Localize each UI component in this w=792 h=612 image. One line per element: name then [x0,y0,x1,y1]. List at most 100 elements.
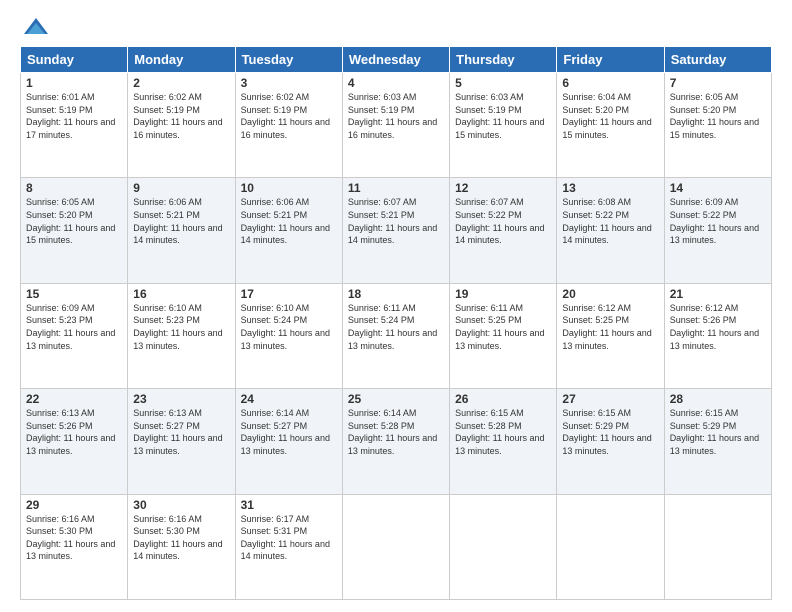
day-info: Sunrise: 6:09 AMSunset: 5:22 PMDaylight:… [670,196,766,246]
calendar-day-cell: 13Sunrise: 6:08 AMSunset: 5:22 PMDayligh… [557,178,664,283]
day-number: 10 [241,181,337,195]
day-number: 23 [133,392,229,406]
calendar-day-cell: 7Sunrise: 6:05 AMSunset: 5:20 PMDaylight… [664,73,771,178]
calendar-day-cell [557,494,664,599]
day-info: Sunrise: 6:07 AMSunset: 5:22 PMDaylight:… [455,196,551,246]
weekday-header: Monday [128,47,235,73]
calendar-day-cell: 10Sunrise: 6:06 AMSunset: 5:21 PMDayligh… [235,178,342,283]
weekday-header: Saturday [664,47,771,73]
day-number: 6 [562,76,658,90]
day-number: 17 [241,287,337,301]
day-info: Sunrise: 6:04 AMSunset: 5:20 PMDaylight:… [562,91,658,141]
day-number: 15 [26,287,122,301]
calendar: SundayMondayTuesdayWednesdayThursdayFrid… [20,46,772,600]
day-info: Sunrise: 6:13 AMSunset: 5:26 PMDaylight:… [26,407,122,457]
day-info: Sunrise: 6:16 AMSunset: 5:30 PMDaylight:… [26,513,122,563]
logo [20,16,50,36]
calendar-day-cell: 23Sunrise: 6:13 AMSunset: 5:27 PMDayligh… [128,389,235,494]
calendar-day-cell: 26Sunrise: 6:15 AMSunset: 5:28 PMDayligh… [450,389,557,494]
day-number: 21 [670,287,766,301]
day-number: 25 [348,392,444,406]
day-number: 8 [26,181,122,195]
day-info: Sunrise: 6:03 AMSunset: 5:19 PMDaylight:… [348,91,444,141]
day-info: Sunrise: 6:01 AMSunset: 5:19 PMDaylight:… [26,91,122,141]
day-info: Sunrise: 6:16 AMSunset: 5:30 PMDaylight:… [133,513,229,563]
day-number: 20 [562,287,658,301]
calendar-week-row: 1Sunrise: 6:01 AMSunset: 5:19 PMDaylight… [21,73,772,178]
day-info: Sunrise: 6:14 AMSunset: 5:28 PMDaylight:… [348,407,444,457]
weekday-header: Wednesday [342,47,449,73]
day-number: 31 [241,498,337,512]
day-number: 29 [26,498,122,512]
day-info: Sunrise: 6:06 AMSunset: 5:21 PMDaylight:… [133,196,229,246]
day-number: 9 [133,181,229,195]
calendar-header-row: SundayMondayTuesdayWednesdayThursdayFrid… [21,47,772,73]
day-info: Sunrise: 6:02 AMSunset: 5:19 PMDaylight:… [241,91,337,141]
day-number: 1 [26,76,122,90]
day-number: 13 [562,181,658,195]
weekday-header: Tuesday [235,47,342,73]
calendar-day-cell: 2Sunrise: 6:02 AMSunset: 5:19 PMDaylight… [128,73,235,178]
calendar-day-cell: 24Sunrise: 6:14 AMSunset: 5:27 PMDayligh… [235,389,342,494]
day-number: 22 [26,392,122,406]
calendar-week-row: 29Sunrise: 6:16 AMSunset: 5:30 PMDayligh… [21,494,772,599]
day-info: Sunrise: 6:10 AMSunset: 5:23 PMDaylight:… [133,302,229,352]
weekday-header: Thursday [450,47,557,73]
calendar-day-cell: 21Sunrise: 6:12 AMSunset: 5:26 PMDayligh… [664,283,771,388]
calendar-day-cell: 27Sunrise: 6:15 AMSunset: 5:29 PMDayligh… [557,389,664,494]
calendar-day-cell: 20Sunrise: 6:12 AMSunset: 5:25 PMDayligh… [557,283,664,388]
day-info: Sunrise: 6:14 AMSunset: 5:27 PMDaylight:… [241,407,337,457]
day-info: Sunrise: 6:05 AMSunset: 5:20 PMDaylight:… [670,91,766,141]
calendar-week-row: 15Sunrise: 6:09 AMSunset: 5:23 PMDayligh… [21,283,772,388]
day-number: 18 [348,287,444,301]
calendar-day-cell: 11Sunrise: 6:07 AMSunset: 5:21 PMDayligh… [342,178,449,283]
day-number: 30 [133,498,229,512]
calendar-day-cell [342,494,449,599]
calendar-day-cell: 16Sunrise: 6:10 AMSunset: 5:23 PMDayligh… [128,283,235,388]
day-info: Sunrise: 6:12 AMSunset: 5:26 PMDaylight:… [670,302,766,352]
day-number: 2 [133,76,229,90]
day-number: 19 [455,287,551,301]
day-number: 14 [670,181,766,195]
day-info: Sunrise: 6:11 AMSunset: 5:24 PMDaylight:… [348,302,444,352]
day-info: Sunrise: 6:03 AMSunset: 5:19 PMDaylight:… [455,91,551,141]
calendar-day-cell: 18Sunrise: 6:11 AMSunset: 5:24 PMDayligh… [342,283,449,388]
calendar-week-row: 8Sunrise: 6:05 AMSunset: 5:20 PMDaylight… [21,178,772,283]
calendar-day-cell: 1Sunrise: 6:01 AMSunset: 5:19 PMDaylight… [21,73,128,178]
calendar-day-cell: 25Sunrise: 6:14 AMSunset: 5:28 PMDayligh… [342,389,449,494]
calendar-day-cell: 28Sunrise: 6:15 AMSunset: 5:29 PMDayligh… [664,389,771,494]
calendar-day-cell: 31Sunrise: 6:17 AMSunset: 5:31 PMDayligh… [235,494,342,599]
calendar-day-cell: 22Sunrise: 6:13 AMSunset: 5:26 PMDayligh… [21,389,128,494]
day-number: 4 [348,76,444,90]
calendar-day-cell: 6Sunrise: 6:04 AMSunset: 5:20 PMDaylight… [557,73,664,178]
day-number: 12 [455,181,551,195]
day-number: 24 [241,392,337,406]
day-info: Sunrise: 6:12 AMSunset: 5:25 PMDaylight:… [562,302,658,352]
day-info: Sunrise: 6:15 AMSunset: 5:29 PMDaylight:… [670,407,766,457]
day-number: 7 [670,76,766,90]
day-info: Sunrise: 6:06 AMSunset: 5:21 PMDaylight:… [241,196,337,246]
day-info: Sunrise: 6:15 AMSunset: 5:28 PMDaylight:… [455,407,551,457]
day-info: Sunrise: 6:10 AMSunset: 5:24 PMDaylight:… [241,302,337,352]
calendar-day-cell: 4Sunrise: 6:03 AMSunset: 5:19 PMDaylight… [342,73,449,178]
weekday-header: Sunday [21,47,128,73]
calendar-day-cell: 12Sunrise: 6:07 AMSunset: 5:22 PMDayligh… [450,178,557,283]
day-info: Sunrise: 6:15 AMSunset: 5:29 PMDaylight:… [562,407,658,457]
day-number: 3 [241,76,337,90]
calendar-day-cell: 15Sunrise: 6:09 AMSunset: 5:23 PMDayligh… [21,283,128,388]
day-info: Sunrise: 6:08 AMSunset: 5:22 PMDaylight:… [562,196,658,246]
day-info: Sunrise: 6:09 AMSunset: 5:23 PMDaylight:… [26,302,122,352]
day-info: Sunrise: 6:13 AMSunset: 5:27 PMDaylight:… [133,407,229,457]
day-number: 28 [670,392,766,406]
logo-icon [22,16,50,38]
day-info: Sunrise: 6:02 AMSunset: 5:19 PMDaylight:… [133,91,229,141]
calendar-day-cell [450,494,557,599]
calendar-day-cell: 19Sunrise: 6:11 AMSunset: 5:25 PMDayligh… [450,283,557,388]
calendar-week-row: 22Sunrise: 6:13 AMSunset: 5:26 PMDayligh… [21,389,772,494]
day-number: 11 [348,181,444,195]
calendar-day-cell: 5Sunrise: 6:03 AMSunset: 5:19 PMDaylight… [450,73,557,178]
day-number: 5 [455,76,551,90]
day-number: 27 [562,392,658,406]
calendar-day-cell: 17Sunrise: 6:10 AMSunset: 5:24 PMDayligh… [235,283,342,388]
calendar-day-cell: 8Sunrise: 6:05 AMSunset: 5:20 PMDaylight… [21,178,128,283]
